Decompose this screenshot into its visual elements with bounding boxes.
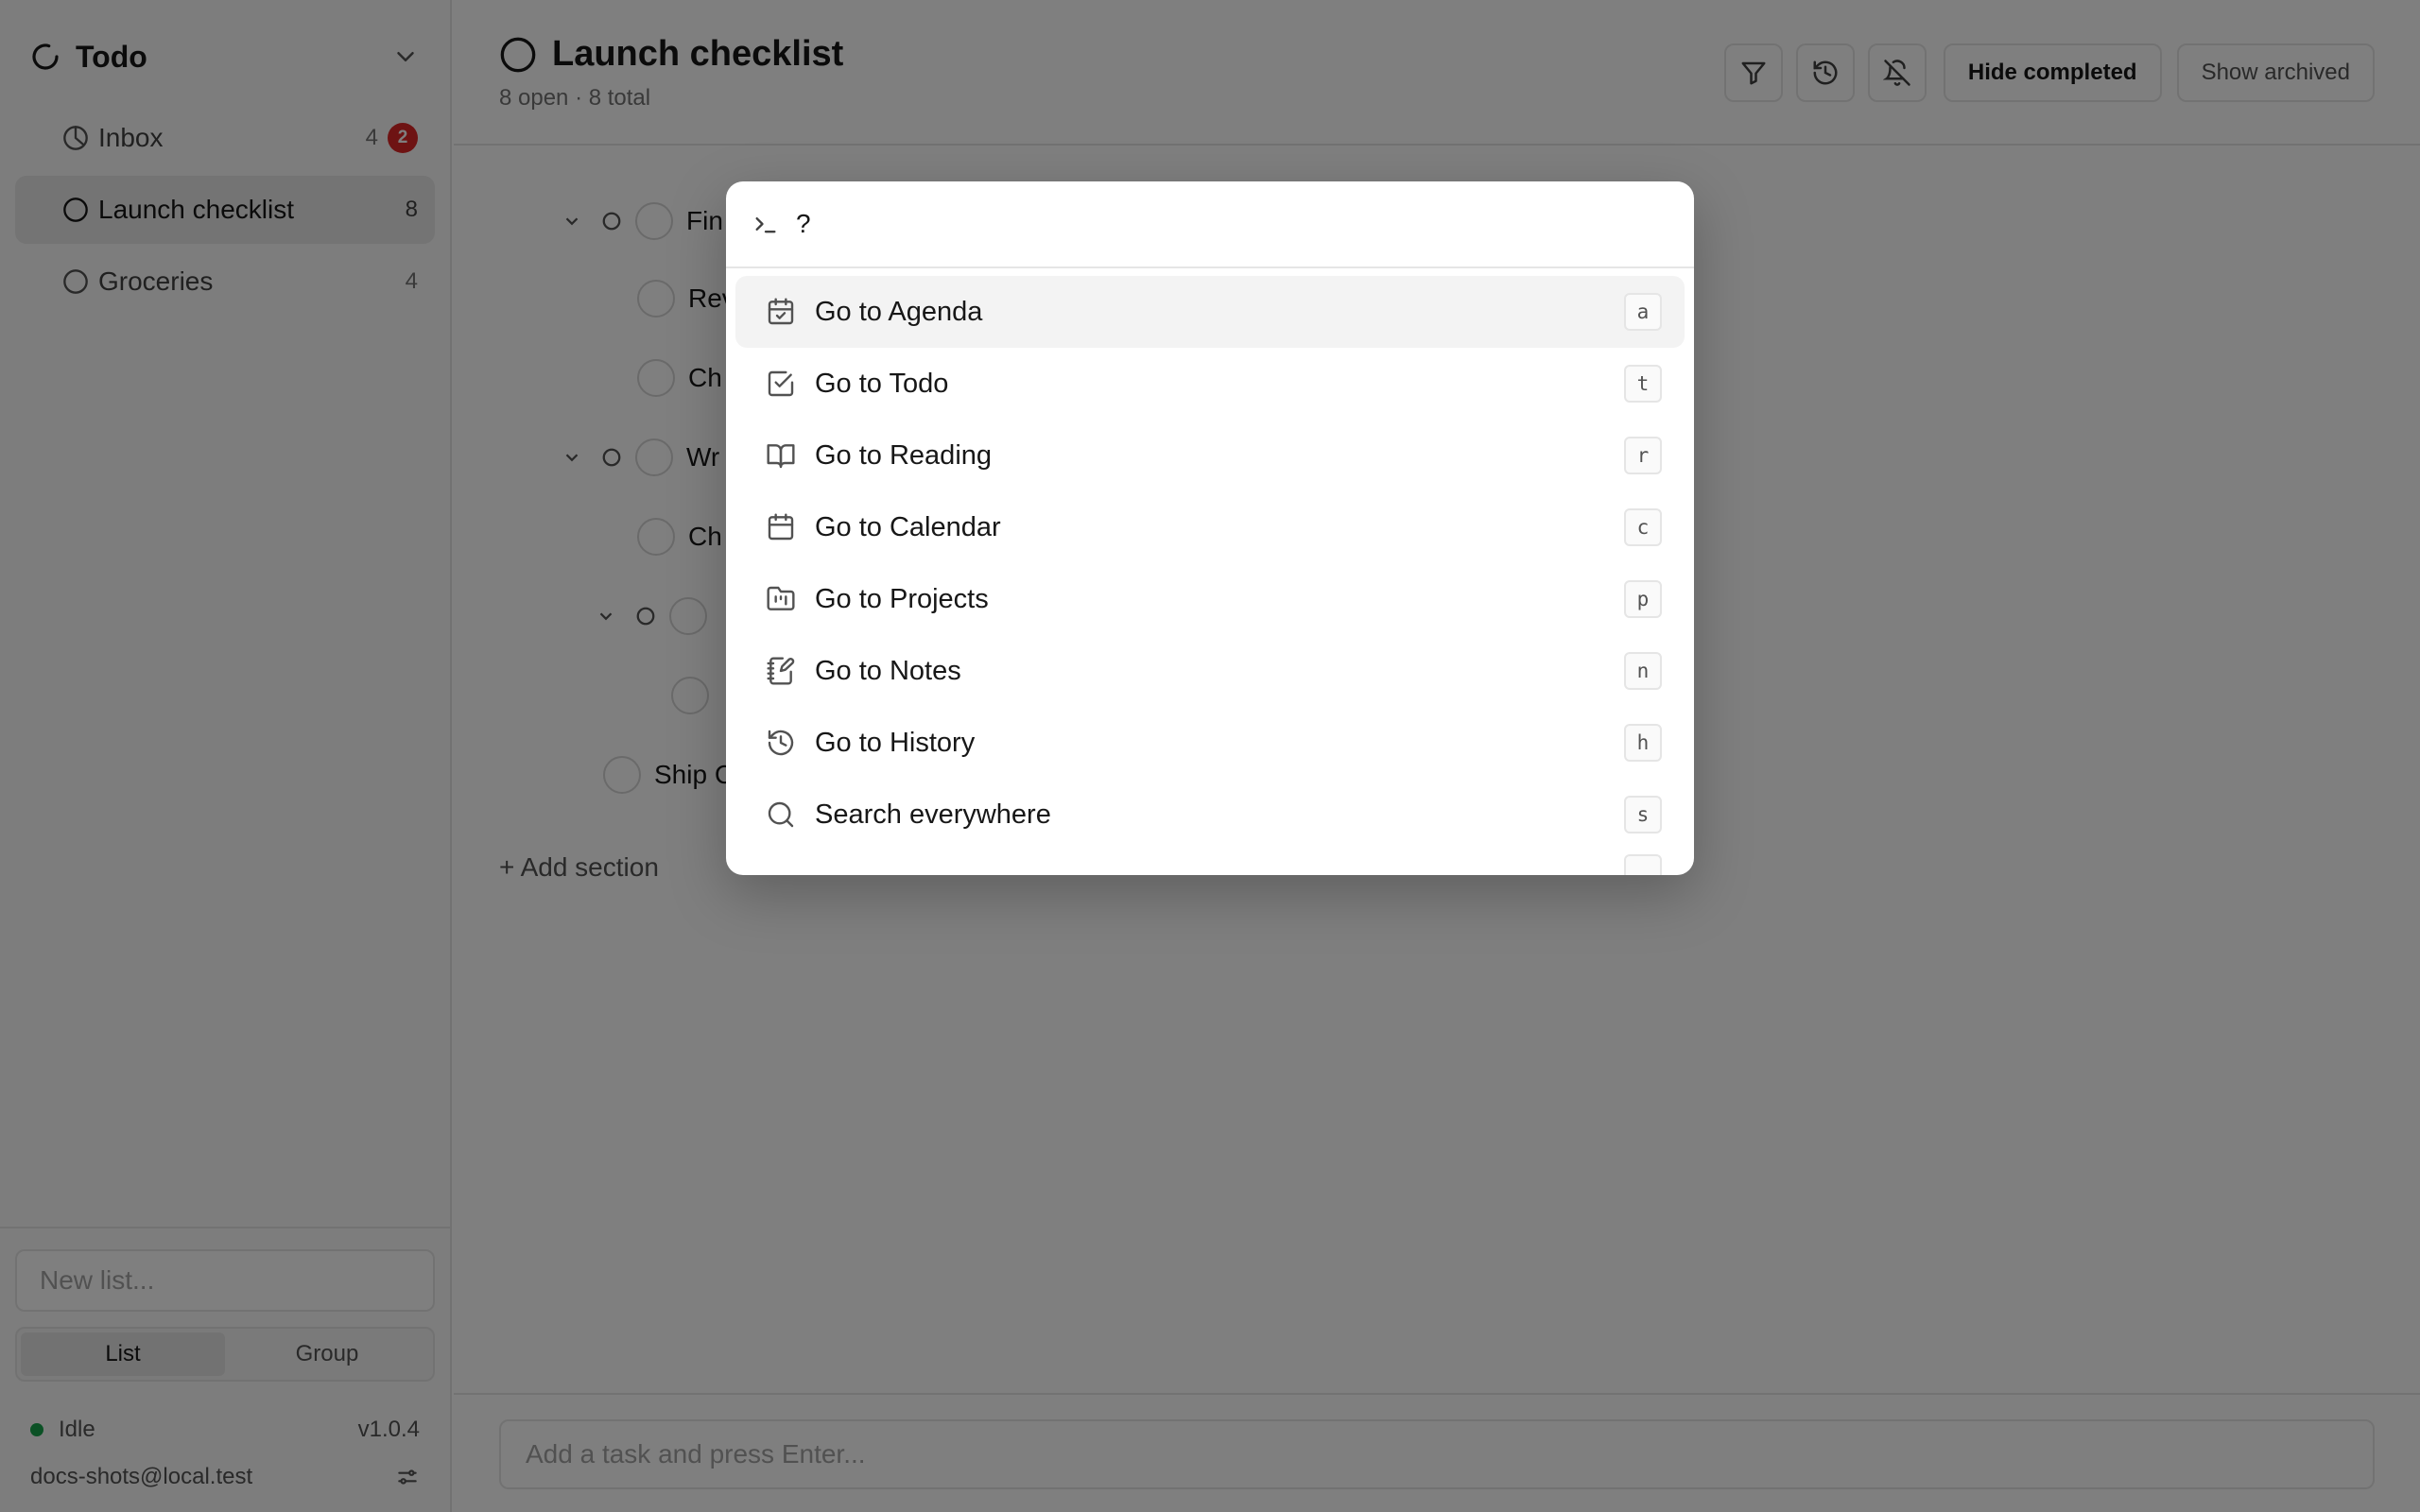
command-go-to-agenda[interactable]: Go to Agenda a bbox=[735, 276, 1685, 348]
command-go-to-notes[interactable]: Go to Notes n bbox=[735, 635, 1685, 707]
shortcut-key bbox=[1624, 854, 1662, 875]
square-check-icon bbox=[768, 370, 794, 397]
command-go-to-calendar[interactable]: Go to Calendar c bbox=[735, 491, 1685, 563]
command-partially-visible[interactable] bbox=[735, 850, 1685, 875]
command-label: Go to Reading bbox=[815, 439, 993, 471]
command-go-to-projects[interactable]: Go to Projects p bbox=[735, 563, 1685, 635]
shortcut-key: h bbox=[1624, 724, 1662, 762]
shortcut-key: n bbox=[1624, 652, 1662, 690]
command-label: Go to Todo bbox=[815, 368, 949, 399]
command-label: Go to Notes bbox=[815, 655, 961, 686]
shortcut-key: s bbox=[1624, 796, 1662, 833]
history-icon bbox=[768, 730, 794, 756]
shortcut-key: t bbox=[1624, 365, 1662, 403]
command-label: Search everywhere bbox=[815, 799, 1051, 830]
shortcut-key: r bbox=[1624, 437, 1662, 474]
shortcut-key: p bbox=[1624, 580, 1662, 618]
command-label: Go to History bbox=[815, 727, 976, 758]
calendar-check-icon bbox=[768, 298, 794, 325]
command-list: Go to Agenda a Go to Todo t Go to Readin… bbox=[726, 268, 1694, 875]
command-go-to-todo[interactable]: Go to Todo t bbox=[735, 348, 1685, 420]
command-palette: ? Go to Agenda a Go to Todo t Go to Read… bbox=[726, 181, 1694, 875]
calendar-icon bbox=[768, 513, 794, 541]
terminal-icon bbox=[755, 217, 776, 233]
shortcut-key: a bbox=[1624, 293, 1662, 331]
command-go-to-history[interactable]: Go to History h bbox=[735, 707, 1685, 779]
book-open-icon bbox=[767, 444, 795, 469]
command-label: Go to Calendar bbox=[815, 511, 1001, 542]
shortcut-key: c bbox=[1624, 508, 1662, 546]
command-go-to-reading[interactable]: Go to Reading r bbox=[735, 420, 1685, 491]
notebook-pen-icon bbox=[767, 657, 795, 685]
command-input[interactable]: ? bbox=[726, 181, 1694, 268]
command-label: Go to Agenda bbox=[815, 296, 983, 327]
command-label: Go to Projects bbox=[815, 583, 989, 614]
folder-kanban-icon bbox=[767, 586, 795, 610]
command-search-everywhere[interactable]: Search everywhere s bbox=[735, 779, 1685, 850]
search-icon bbox=[768, 801, 794, 828]
command-query: ? bbox=[796, 209, 811, 238]
